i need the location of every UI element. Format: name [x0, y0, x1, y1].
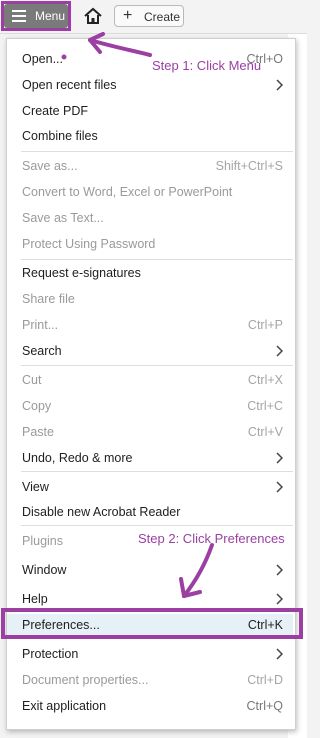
shortcut-label: Ctrl+V: [247, 425, 283, 439]
menu-item-create-pdf[interactable]: Create PDF: [7, 100, 293, 122]
menu-item-exit[interactable]: Exit application Ctrl+Q: [7, 695, 293, 717]
home-button[interactable]: [82, 6, 104, 26]
menu-item-label: Combine files: [22, 129, 98, 143]
menu-separator: [21, 525, 293, 526]
chevron-right-icon: [276, 481, 283, 493]
menu-item-label: Request e-signatures: [22, 266, 141, 280]
menu-item-label: Undo, Redo & more: [22, 451, 133, 465]
menu-item-label: Paste: [22, 425, 54, 439]
menu-item-label: Copy: [22, 399, 52, 413]
shortcut-label: Ctrl+Q: [246, 699, 283, 713]
menu-item-view[interactable]: View: [7, 476, 293, 498]
menu-item-save-as: Save as... Shift+Ctrl+S: [7, 155, 293, 177]
menu-item-label: Disable new Acrobat Reader: [22, 505, 181, 519]
menu-item-window[interactable]: Window: [7, 559, 293, 581]
chevron-right-icon: [276, 648, 283, 660]
top-toolbar: Menu + Create: [0, 0, 307, 34]
menu-item-undo-redo[interactable]: Undo, Redo & more: [7, 447, 293, 469]
menu-item-label: Document properties...: [22, 673, 149, 687]
menu-item-protection[interactable]: Protection: [7, 643, 293, 665]
menu-item-label: Save as...: [22, 159, 78, 173]
menu-separator: [21, 365, 293, 366]
step2-annotation: Step 2: Click Preferences: [138, 531, 285, 546]
shortcut-label: Ctrl+C: [247, 399, 283, 413]
menu-separator: [21, 151, 293, 152]
shortcut-label: Ctrl+P: [247, 318, 283, 332]
create-button-label: Create: [144, 10, 181, 24]
menu-highlight-box: [1, 1, 71, 31]
menu-item-protect-password: Protect Using Password: [7, 233, 293, 255]
menu-item-label: Plugins: [22, 534, 63, 548]
chevron-right-icon: [276, 79, 283, 91]
shortcut-label: Ctrl+D: [247, 673, 283, 687]
menu-item-label: Open recent files: [22, 78, 117, 92]
menu-item-label: Cut: [22, 373, 42, 387]
chevron-right-icon: [276, 345, 283, 357]
menu-item-label: View: [22, 480, 49, 494]
menu-item-disable-new-reader[interactable]: Disable new Acrobat Reader: [7, 501, 293, 523]
menu-item-search[interactable]: Search: [7, 340, 293, 362]
menu-item-print: Print... Ctrl+P: [7, 314, 293, 336]
menu-item-label: Protection: [22, 647, 79, 661]
menu-item-label: Help: [22, 592, 48, 606]
menu-item-label: Save as Text...: [22, 211, 104, 225]
chevron-right-icon: [276, 593, 283, 605]
menu-item-label: Create PDF: [22, 104, 88, 118]
menu-item-label: Print...: [22, 318, 59, 332]
create-button[interactable]: + Create: [114, 5, 184, 27]
chevron-right-icon: [276, 564, 283, 576]
menu-separator: [21, 259, 293, 260]
menu-separator: [21, 471, 293, 472]
menu-item-paste: Paste Ctrl+V: [7, 421, 293, 443]
menu-item-label: Open...: [22, 52, 63, 66]
menu-item-help[interactable]: Help: [7, 588, 293, 610]
menu-item-save-as-text: Save as Text...: [7, 207, 293, 229]
menu-item-label: Share file: [22, 292, 75, 306]
preferences-highlight-box: [1, 608, 303, 639]
menu-item-request-esignatures[interactable]: Request e-signatures: [7, 262, 293, 284]
menu-item-open-recent[interactable]: Open recent files: [7, 74, 293, 96]
menu-item-label: Window: [22, 563, 67, 577]
shortcut-label: Shift+Ctrl+S: [215, 159, 283, 173]
menu-item-label: Search: [22, 344, 62, 358]
menu-item-convert: Convert to Word, Excel or PowerPoint: [7, 181, 293, 203]
menu-item-label: Protect Using Password: [22, 237, 156, 251]
menu-item-share-file: Share file: [7, 288, 293, 310]
step1-annotation: Step 1: Click Menu: [152, 58, 262, 73]
menu-item-label: Convert to Word, Excel or PowerPoint: [22, 185, 233, 199]
menu-item-copy: Copy Ctrl+C: [7, 395, 293, 417]
menu-item-document-properties: Document properties... Ctrl+D: [7, 669, 293, 691]
chevron-right-icon: [276, 452, 283, 464]
menu-item-cut: Cut Ctrl+X: [7, 369, 293, 391]
menu-item-combine-files[interactable]: Combine files: [7, 125, 293, 147]
menu-item-label: Exit application: [22, 699, 107, 713]
home-icon: [84, 7, 102, 24]
shortcut-label: Ctrl+X: [247, 373, 283, 387]
plus-icon: +: [123, 7, 133, 24]
